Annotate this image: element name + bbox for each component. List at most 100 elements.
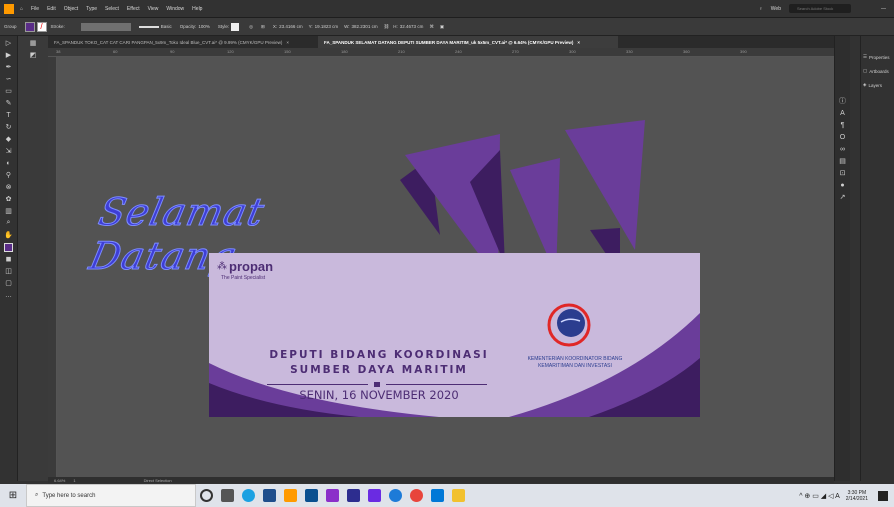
recolor-icon[interactable]: ◎	[249, 24, 253, 30]
opentype-icon[interactable]: O	[836, 132, 850, 142]
tab-document-selamat-datang[interactable]: FA_SPANDUK SELAMAT DATANG DEPUTI SUMBER …	[318, 36, 618, 48]
more-tools-icon[interactable]: …	[2, 290, 16, 300]
draw-mode-icon[interactable]: ◫	[2, 266, 16, 276]
file-explorer-icon[interactable]	[452, 489, 465, 502]
opacity-value[interactable]: 100%	[198, 24, 210, 29]
app-icon-blue[interactable]	[389, 489, 402, 502]
w-field[interactable]: 382.2301 cm	[352, 24, 378, 29]
edge-icon[interactable]	[242, 489, 255, 502]
task-view-icon[interactable]	[221, 489, 234, 502]
link-icon[interactable]: ⛓	[384, 24, 390, 30]
eyedropper-tool-icon[interactable]: ⚲	[2, 170, 16, 180]
info-icon[interactable]: ⓘ	[836, 96, 850, 106]
curvature-tool-icon[interactable]: ∽	[2, 74, 16, 84]
stock-search-input[interactable]: Search Adobe Stock	[789, 4, 851, 13]
close-icon[interactable]: ×	[577, 40, 580, 45]
ruler-mark: 150	[284, 49, 291, 54]
style-swatch[interactable]	[231, 22, 240, 31]
banner-artboard[interactable]: ⁂ propan The Paint Specialist DEPUTI BID…	[209, 253, 700, 417]
menu-help[interactable]: Help	[192, 6, 202, 12]
menu-window[interactable]: Window	[166, 6, 184, 12]
transform-icon[interactable]: ⌘	[429, 24, 434, 30]
ruler-mark: 360	[683, 49, 690, 54]
close-icon[interactable]: ×	[286, 40, 289, 45]
word-icon[interactable]	[263, 489, 276, 502]
y-field[interactable]: 19.1823 cm	[315, 24, 339, 29]
lightbulb-icon[interactable]: ♀	[759, 6, 763, 12]
screen-mode-icon[interactable]: ▢	[2, 278, 16, 288]
system-tray-icons[interactable]: ^ ⊕ ▭ ◢ ◁ A	[799, 492, 840, 500]
x-label: X:	[272, 24, 278, 29]
media-encoder-icon[interactable]	[368, 489, 381, 502]
rotate-tool-icon[interactable]: ↻	[2, 122, 16, 132]
export-icon[interactable]: ↗	[836, 192, 850, 202]
selection-tool-icon[interactable]: ▷	[2, 38, 16, 48]
blend-tool-icon[interactable]: ⊗	[2, 182, 16, 192]
hand-tool-icon[interactable]: ✋	[2, 230, 16, 240]
fill-stroke-icon[interactable]	[2, 242, 16, 252]
panel-properties[interactable]: ☰ Properties	[861, 50, 894, 64]
links-icon[interactable]: ∞	[836, 144, 850, 154]
chrome-icon[interactable]	[410, 489, 423, 502]
menu-select[interactable]: Select	[105, 6, 119, 12]
zoom-tool-icon[interactable]: ⌕	[2, 218, 16, 228]
selamat-datang-script-text[interactable]: Selamat Datang	[85, 190, 405, 279]
opacity-label: Opacity:	[179, 24, 197, 29]
after-effects-icon[interactable]	[347, 489, 360, 502]
menu-view[interactable]: View	[148, 6, 159, 12]
premiere-icon[interactable]	[326, 489, 339, 502]
tab-label: FA_SPANDUK TOKO_CAT CAT CARI PANGPAN_5x9…	[54, 39, 283, 45]
isolate-icon[interactable]: ▣	[440, 24, 444, 30]
illustrator-icon[interactable]	[284, 489, 297, 502]
x-field[interactable]: 23.4166 cm	[279, 24, 303, 29]
notifications-icon[interactable]	[878, 490, 888, 501]
artboard-tool-icon[interactable]: ▦	[26, 38, 40, 48]
scale-tool-icon[interactable]: ⇲	[2, 146, 16, 156]
pen-tool-icon[interactable]: ✒	[2, 62, 16, 72]
photoshop-icon[interactable]	[305, 489, 318, 502]
home-icon[interactable]: ⌂	[20, 6, 23, 12]
menu-type[interactable]: Type	[86, 6, 97, 12]
color-mode-icon[interactable]: ◼	[2, 254, 16, 264]
transform-panel-icon[interactable]: ⊡	[836, 168, 850, 178]
clock[interactable]: 3:30 PM 2/14/2021	[846, 490, 868, 502]
image-trace-icon[interactable]: ▤	[836, 156, 850, 166]
direct-selection-tool-icon[interactable]: ▶	[2, 50, 16, 60]
workspace-switcher[interactable]: Web	[771, 6, 781, 12]
brush-definition[interactable]: Basic	[161, 24, 172, 29]
taskbar-search-placeholder: Type here to search	[42, 492, 96, 499]
rectangle-tool-icon[interactable]: ▭	[2, 86, 16, 96]
fill-swatch[interactable]	[24, 21, 35, 32]
cortana-icon[interactable]	[200, 489, 213, 502]
zoom-level[interactable]: 6.64%	[54, 478, 65, 483]
graph-tool-icon[interactable]: ▥	[2, 206, 16, 216]
mail-icon[interactable]	[431, 489, 444, 502]
symbol-sprayer-icon[interactable]: ✿	[2, 194, 16, 204]
banner-divider	[267, 381, 487, 387]
variable-width-profile[interactable]	[80, 22, 131, 31]
windows-start-icon[interactable]: ⊞	[0, 490, 26, 501]
artboard-number[interactable]: 1	[73, 478, 75, 483]
panel-artboards[interactable]: ▢ Artboards	[861, 64, 894, 78]
h-field[interactable]: 32.4673 cm	[400, 24, 424, 29]
type-tool-icon[interactable]: T	[2, 110, 16, 120]
vertical-ruler	[48, 57, 57, 477]
menu-edit[interactable]: Edit	[47, 6, 56, 12]
stroke-swatch[interactable]: /	[36, 21, 47, 32]
taskbar-search[interactable]: ⌕ Type here to search	[26, 484, 196, 507]
current-tool-status[interactable]: Direct Selection	[144, 478, 172, 483]
menu-file[interactable]: File	[31, 6, 39, 12]
appearance-icon[interactable]: ●	[836, 180, 850, 190]
warp-tool-icon[interactable]: ◐	[2, 158, 16, 168]
menu-effect[interactable]: Effect	[127, 6, 140, 12]
panel-layers[interactable]: ◈ Layers	[861, 78, 894, 92]
paintbrush-tool-icon[interactable]: ✎	[2, 98, 16, 108]
align-icon[interactable]: ⊞	[261, 24, 265, 30]
menu-object[interactable]: Object	[64, 6, 78, 12]
eraser-tool-icon[interactable]: ◆	[2, 134, 16, 144]
slice-tool-icon[interactable]: ◩	[26, 50, 40, 60]
minimize-button[interactable]: —	[881, 6, 886, 12]
paragraph-icon[interactable]: ¶	[836, 120, 850, 130]
character-icon[interactable]: A	[836, 108, 850, 118]
tab-document-toko[interactable]: FA_SPANDUK TOKO_CAT CAT CARI PANGPAN_5x9…	[48, 36, 318, 48]
